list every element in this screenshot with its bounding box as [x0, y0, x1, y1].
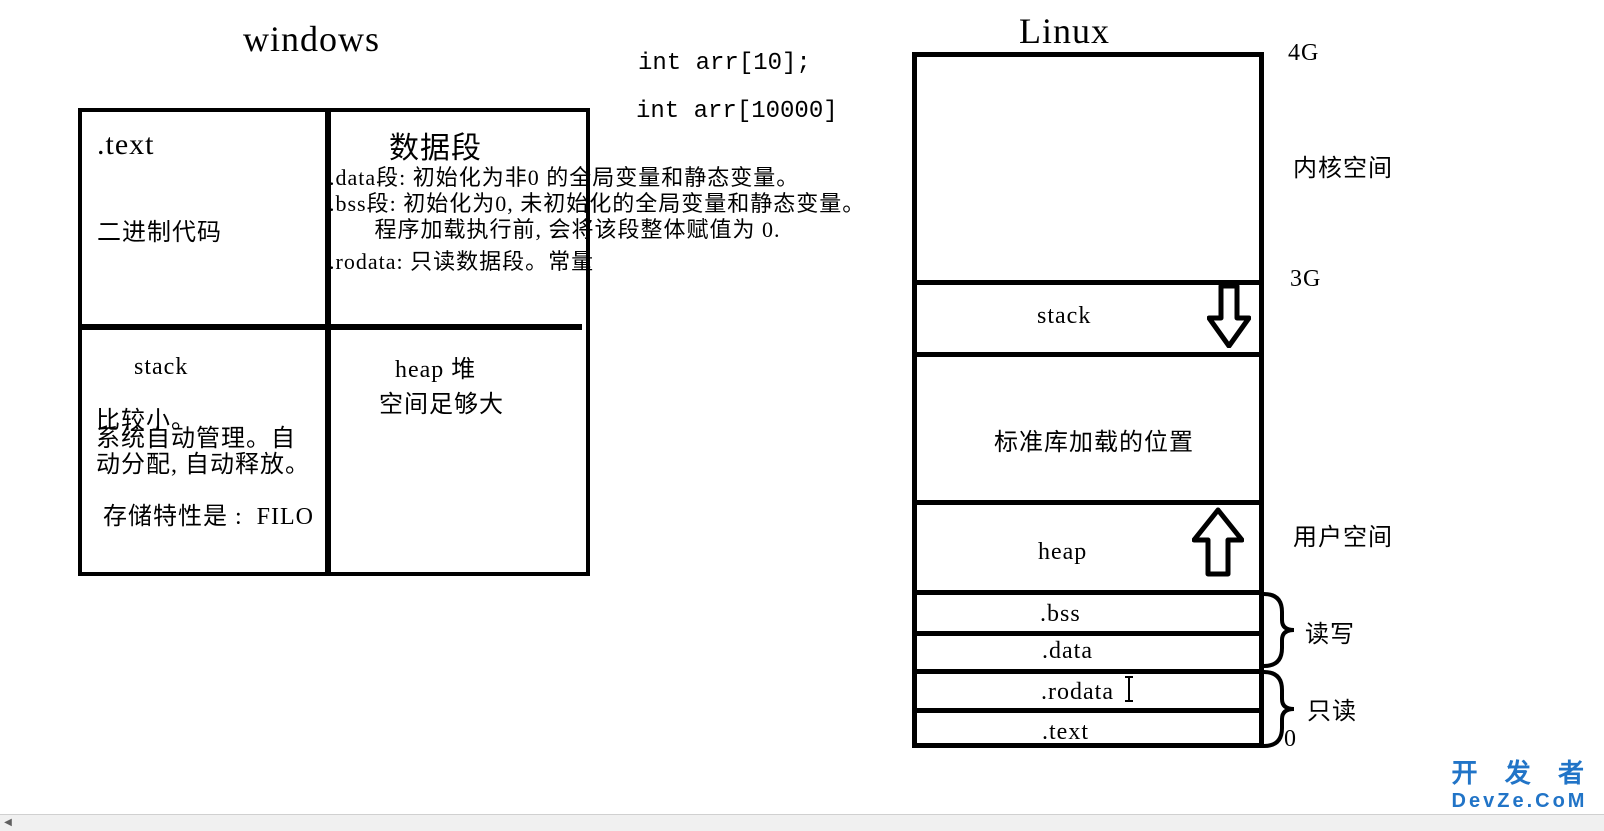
- linux-user-label: 用户空间: [1293, 517, 1393, 552]
- linux-div-heap-bottom: [912, 590, 1264, 595]
- linux-addr-4g: 4G: [1288, 40, 1319, 67]
- linux-data: .data: [1042, 638, 1093, 665]
- linux-stack: stack: [1037, 303, 1091, 330]
- linux-div-lib-bottom: [912, 500, 1264, 505]
- text-cursor-icon: [1128, 678, 1130, 700]
- linux-rodata: .rodata: [1041, 679, 1114, 706]
- win-stack-desc2: 系统自动管理。自动分配, 自动释放。: [96, 426, 316, 478]
- linux-div-bss-bottom: [912, 631, 1264, 636]
- linux-ro-label: 只读: [1307, 691, 1357, 726]
- diagram-canvas: windows Linux int arr[10]; int arr[10000…: [0, 0, 1604, 831]
- win-stack-title: stack: [134, 354, 188, 381]
- arrow-up-icon: [1192, 506, 1244, 578]
- linux-title: Linux: [1019, 10, 1110, 52]
- brace-ro-icon: [1262, 670, 1296, 748]
- watermark-sub: DevZe.CoM: [1452, 790, 1594, 813]
- linux-div-data-bottom: [912, 669, 1264, 674]
- brace-rw-icon: [1262, 592, 1296, 668]
- linux-lib: 标准库加载的位置: [994, 422, 1194, 457]
- win-dataseg-line4: .rodata: 只读数据段。常量: [329, 244, 594, 276]
- watermark-top: 开 发 者: [1452, 758, 1594, 788]
- win-dataseg-line3: 程序加载执行前, 会将该段整体赋值为 0.: [329, 212, 781, 244]
- watermark: 开 发 者 DevZe.CoM: [1452, 753, 1594, 813]
- win-stack-desc3: 存储特性是 : FILO: [103, 496, 314, 531]
- win-text-title: .text: [97, 128, 155, 162]
- win-heap-desc: 空间足够大: [379, 384, 504, 419]
- linux-text: .text: [1042, 719, 1089, 746]
- linux-div-rodata-bottom: [912, 708, 1264, 713]
- code-arr-big: int arr[10000]: [636, 98, 838, 125]
- win-text-desc: 二进制代码: [97, 212, 222, 247]
- horizontal-scrollbar[interactable]: ◀: [0, 814, 1604, 831]
- linux-bss: .bss: [1040, 601, 1081, 628]
- linux-heap: heap: [1038, 539, 1087, 566]
- linux-div-stack-bottom: [912, 352, 1264, 357]
- win-heap-title: heap 堆: [395, 349, 476, 384]
- linux-addr-3g: 3G: [1290, 266, 1321, 293]
- linux-kernel-label: 内核空间: [1293, 148, 1393, 183]
- scroll-left-icon[interactable]: ◀: [0, 814, 17, 831]
- arrow-down-icon: [1207, 284, 1251, 348]
- linux-rw-label: 读写: [1305, 614, 1355, 649]
- windows-title: windows: [243, 18, 380, 60]
- code-arr-small: int arr[10];: [638, 50, 811, 77]
